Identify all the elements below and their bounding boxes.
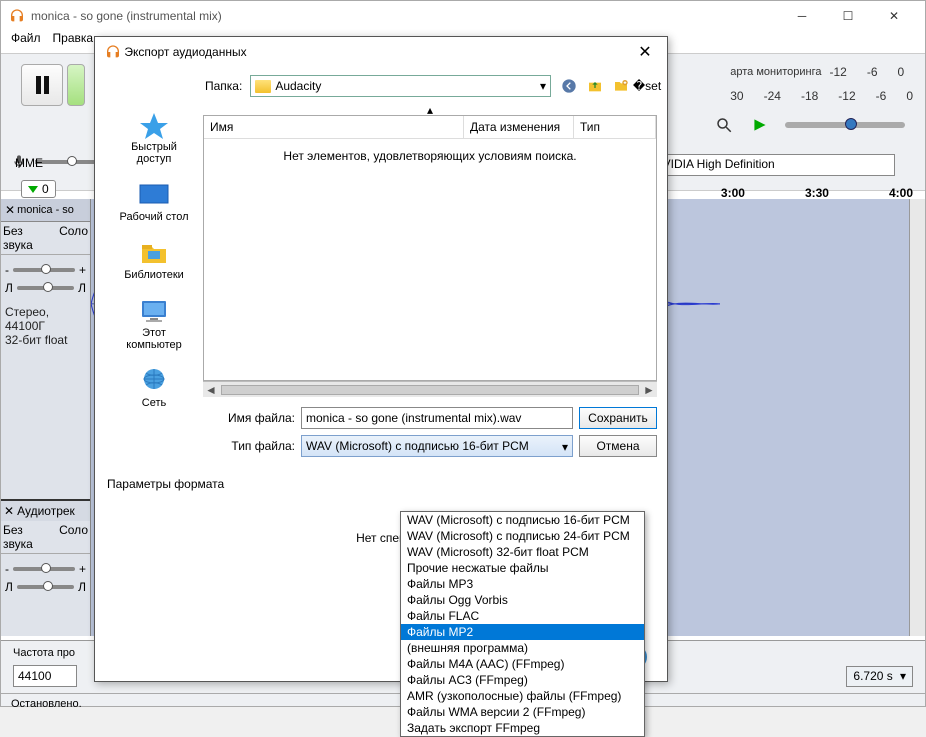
filetype-option[interactable]: Файлы MP3	[401, 576, 644, 592]
place-quick-access[interactable]: Быстрый доступ	[109, 107, 199, 169]
filetype-option[interactable]: (внешняя программа)	[401, 640, 644, 656]
sort-arrow-icon[interactable]: ▴	[203, 103, 657, 115]
place-libraries[interactable]: Библиотеки	[109, 235, 199, 285]
maximize-button[interactable]: ☐	[825, 1, 871, 31]
gain-slider-2[interactable]	[13, 567, 75, 571]
column-date[interactable]: Дата изменения	[464, 116, 574, 138]
audiotrack-label[interactable]: Аудиотрек	[17, 504, 75, 518]
horizontal-scrollbar[interactable]: ◄►	[203, 381, 657, 397]
folder-select[interactable]: Audacity ▾	[250, 75, 551, 97]
filename-input[interactable]	[301, 407, 573, 429]
pan-slider-2[interactable]	[17, 585, 74, 589]
menu-edit[interactable]: Правка	[53, 31, 94, 51]
gain-slider[interactable]	[13, 268, 75, 272]
new-folder-icon[interactable]	[611, 76, 631, 96]
project-rate-label: Частота про	[13, 647, 75, 659]
filetype-option[interactable]: Файлы FLAC	[401, 608, 644, 624]
cancel-button[interactable]: Отмена	[579, 435, 657, 457]
zoom-icon[interactable]	[713, 114, 735, 136]
filetype-option[interactable]: Файлы M4A (AAC) (FFmpeg)	[401, 656, 644, 672]
transport-controls	[21, 64, 85, 106]
monitor-label: арта мониторинга	[730, 66, 821, 78]
places-sidebar: Быстрый доступ Рабочий стол Библиотеки Э…	[105, 103, 203, 397]
filetype-option[interactable]: Файлы Ogg Vorbis	[401, 592, 644, 608]
output-device-select[interactable]: 4 (NVIDIA High Definition	[635, 154, 895, 176]
mute-button[interactable]: Без звука	[1, 222, 57, 254]
menu-file[interactable]: Файл	[11, 31, 41, 51]
column-name[interactable]: Имя	[204, 116, 464, 138]
track-panel: ✕monica - so Без звукаСоло -+ ЛЛ Стерео,…	[1, 199, 91, 636]
filetype-option[interactable]: Файлы AC3 (FFmpeg)	[401, 672, 644, 688]
folder-label: Папка:	[205, 79, 242, 93]
time-selection: 0	[21, 180, 56, 198]
time-ruler[interactable]: 3:00 3:30 4:00	[721, 186, 913, 200]
solo-button[interactable]: Соло	[57, 222, 90, 254]
time-start[interactable]: 0	[21, 180, 56, 198]
dialog-close-button[interactable]: ✕	[633, 42, 657, 62]
solo-button-2[interactable]: Соло	[57, 521, 90, 553]
track-close-icon-2[interactable]: ✕	[4, 504, 14, 518]
folder-icon	[255, 80, 271, 93]
track-close-icon[interactable]: ✕	[5, 203, 15, 217]
vertical-scrollbar[interactable]	[909, 199, 925, 636]
save-button[interactable]: Сохранить	[579, 407, 657, 429]
filetype-option[interactable]: Задать экспорт FFmpeg	[401, 720, 644, 736]
host-select[interactable]: MME	[11, 154, 101, 172]
back-icon[interactable]	[559, 76, 579, 96]
track-format-info: Стерео, 44100Г32-бит float	[1, 303, 90, 349]
project-rate-select[interactable]: 44100	[13, 665, 77, 687]
edit-tools	[713, 114, 905, 136]
filetype-label: Тип файла:	[105, 439, 295, 453]
app-icon	[9, 8, 25, 24]
file-list-empty: Нет элементов, удовлетворяющих условиям …	[204, 139, 656, 380]
format-params-label: Параметры формата	[107, 477, 655, 491]
pan-slider[interactable]	[17, 286, 74, 290]
export-dialog: Экспорт аудиоданных ✕ Папка: Audacity ▾ …	[94, 36, 668, 682]
place-network[interactable]: Сеть	[109, 363, 199, 413]
level-meters: арта мониторинга -12-60 30-24-18-12-60	[730, 60, 913, 108]
volume-slider[interactable]	[785, 122, 905, 128]
filetype-option[interactable]: Прочие несжатые файлы	[401, 560, 644, 576]
column-type[interactable]: Тип	[574, 116, 656, 138]
dialog-app-icon	[105, 44, 121, 60]
play-small-icon[interactable]	[749, 114, 771, 136]
mute-button-2[interactable]: Без звука	[1, 521, 57, 553]
dialog-titlebar: Экспорт аудиоданных ✕	[95, 37, 667, 67]
filetype-option[interactable]: WAV (Microsoft) с подписью 24-бит PCM	[401, 528, 644, 544]
place-desktop[interactable]: Рабочий стол	[109, 177, 199, 227]
close-button[interactable]: ✕	[871, 1, 917, 31]
filetype-option[interactable]: Файлы MP2	[401, 624, 644, 640]
up-icon[interactable]	[585, 76, 605, 96]
filetype-option[interactable]: WAV (Microsoft) с подписью 16-бит PCM	[401, 512, 644, 528]
filetype-option[interactable]: Файлы WMA версии 2 (FFmpeg)	[401, 704, 644, 720]
filetype-option[interactable]: AMR (узкополосные) файлы (FFmpeg)	[401, 688, 644, 704]
track-name[interactable]: monica - so	[17, 204, 74, 216]
play-button[interactable]	[67, 64, 85, 106]
file-list-header: Имя Дата изменения Тип	[204, 116, 656, 139]
pause-button[interactable]	[21, 64, 63, 106]
filetype-select[interactable]: WAV (Microsoft) с подписью 16-бит PCM ▾	[301, 435, 573, 457]
filename-label: Имя файла:	[105, 411, 295, 425]
file-browser[interactable]: Имя Дата изменения Тип Нет элементов, уд…	[203, 115, 657, 381]
dialog-title: Экспорт аудиоданных	[124, 45, 633, 59]
minimize-button[interactable]: ─	[779, 1, 825, 31]
place-this-pc[interactable]: Этот компьютер	[109, 293, 199, 355]
time-position-display[interactable]: 6.720 s ▾	[846, 666, 913, 687]
filetype-option[interactable]: WAV (Microsoft) 32-бит float PCM	[401, 544, 644, 560]
title-bar: monica - so gone (instrumental mix) ─ ☐ …	[1, 1, 925, 31]
filetype-dropdown[interactable]: WAV (Microsoft) с подписью 16-бит PCMWAV…	[400, 511, 645, 737]
window-title: monica - so gone (instrumental mix)	[31, 9, 779, 23]
view-menu-icon[interactable]: �set	[637, 76, 657, 96]
